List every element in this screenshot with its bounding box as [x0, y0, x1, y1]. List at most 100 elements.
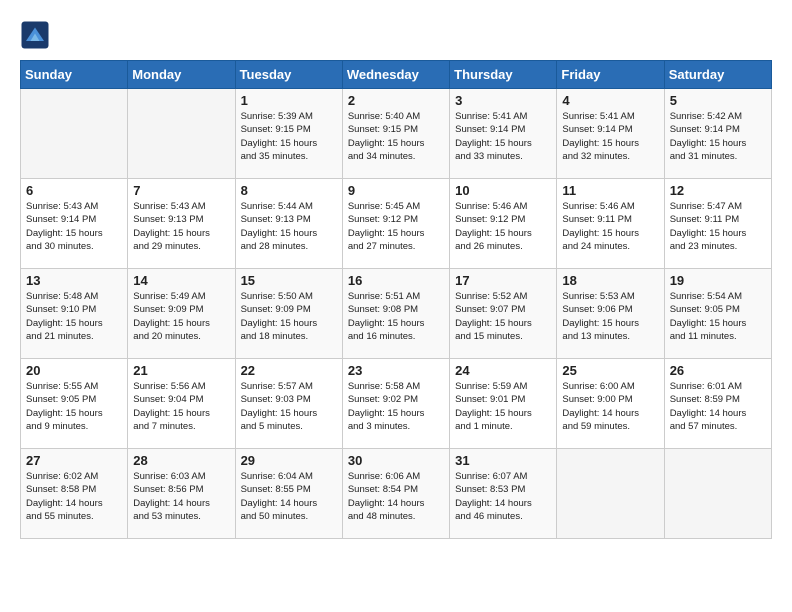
- calendar-cell: [21, 89, 128, 179]
- day-number: 16: [348, 273, 444, 288]
- calendar-cell: 25Sunrise: 6:00 AM Sunset: 9:00 PM Dayli…: [557, 359, 664, 449]
- calendar-cell: 26 Sunrise: 6:01 AM Sunset: 8:59 PM Dayli…: [664, 359, 771, 449]
- day-number: 24: [455, 363, 551, 378]
- logo-icon: [20, 20, 50, 50]
- day-info: Sunrise: 5:43 AM Sunset: 9:13 PM Dayligh…: [133, 200, 229, 253]
- day-number: 21: [133, 363, 229, 378]
- day-number: 2: [348, 93, 444, 108]
- day-number: 26: [670, 363, 766, 378]
- calendar-cell: 1 Sunrise: 5:39 AM Sunset: 9:15 PM Daylig…: [235, 89, 342, 179]
- day-number: 28: [133, 453, 229, 468]
- day-info: Sunrise: 5:41 AM Sunset: 9:14 PM Dayligh…: [455, 110, 551, 163]
- weekday-header-saturday: Saturday: [664, 61, 771, 89]
- calendar-cell: 10 Sunrise: 5:46 AM Sunset: 9:12 PM Dayli…: [450, 179, 557, 269]
- day-number: 15: [241, 273, 337, 288]
- calendar-cell: 19Sunrise: 5:54 AM Sunset: 9:05 PM Dayli…: [664, 269, 771, 359]
- calendar-cell: 13 Sunrise: 5:48 AM Sunset: 9:10 PM Dayli…: [21, 269, 128, 359]
- day-number: 13: [26, 273, 122, 288]
- calendar-week-3: 13 Sunrise: 5:48 AM Sunset: 9:10 PM Dayli…: [21, 269, 772, 359]
- weekday-header-tuesday: Tuesday: [235, 61, 342, 89]
- day-info: Sunrise: 5:58 AM Sunset: 9:02 PM Dayligh…: [348, 380, 444, 433]
- day-info: Sunrise: 6:06 AM Sunset: 8:54 PM Dayligh…: [348, 470, 444, 523]
- day-number: 12: [670, 183, 766, 198]
- calendar-cell: 16 Sunrise: 5:51 AM Sunset: 9:08 PM Dayli…: [342, 269, 449, 359]
- day-number: 29: [241, 453, 337, 468]
- day-info: Sunrise: 6:01 AM Sunset: 8:59 PM Dayligh…: [670, 380, 766, 433]
- calendar-cell: [557, 449, 664, 539]
- calendar-cell: 12 Sunrise: 5:47 AM Sunset: 9:11 PM Dayli…: [664, 179, 771, 269]
- day-number: 17: [455, 273, 551, 288]
- calendar-header: SundayMondayTuesdayWednesdayThursdayFrid…: [21, 61, 772, 89]
- day-number: 25: [562, 363, 658, 378]
- day-number: 27: [26, 453, 122, 468]
- day-number: 1: [241, 93, 337, 108]
- calendar-week-4: 20 Sunrise: 5:55 AM Sunset: 9:05 PM Dayli…: [21, 359, 772, 449]
- day-info: Sunrise: 6:07 AM Sunset: 8:53 PM Dayligh…: [455, 470, 551, 523]
- day-info: Sunrise: 5:48 AM Sunset: 9:10 PM Dayligh…: [26, 290, 122, 343]
- page-header: [20, 20, 772, 50]
- calendar-cell: 8 Sunrise: 5:44 AM Sunset: 9:13 PM Daylig…: [235, 179, 342, 269]
- calendar-cell: 29 Sunrise: 6:04 AM Sunset: 8:55 PM Dayli…: [235, 449, 342, 539]
- day-number: 6: [26, 183, 122, 198]
- day-info: Sunrise: 5:55 AM Sunset: 9:05 PM Dayligh…: [26, 380, 122, 433]
- calendar-cell: 30 Sunrise: 6:06 AM Sunset: 8:54 PM Dayli…: [342, 449, 449, 539]
- calendar-cell: 21 Sunrise: 5:56 AM Sunset: 9:04 PM Dayli…: [128, 359, 235, 449]
- calendar-cell: 5 Sunrise: 5:42 AM Sunset: 9:14 PM Daylig…: [664, 89, 771, 179]
- calendar-cell: 23Sunrise: 5:58 AM Sunset: 9:02 PM Dayli…: [342, 359, 449, 449]
- calendar-cell: 31 Sunrise: 6:07 AM Sunset: 8:53 PM Dayli…: [450, 449, 557, 539]
- calendar-cell: [128, 89, 235, 179]
- day-info: Sunrise: 5:43 AM Sunset: 9:14 PM Dayligh…: [26, 200, 122, 253]
- day-info: Sunrise: 5:42 AM Sunset: 9:14 PM Dayligh…: [670, 110, 766, 163]
- day-number: 8: [241, 183, 337, 198]
- calendar-cell: 9Sunrise: 5:45 AM Sunset: 9:12 PM Daylig…: [342, 179, 449, 269]
- day-number: 5: [670, 93, 766, 108]
- day-info: Sunrise: 5:40 AM Sunset: 9:15 PM Dayligh…: [348, 110, 444, 163]
- day-info: Sunrise: 5:47 AM Sunset: 9:11 PM Dayligh…: [670, 200, 766, 253]
- calendar-cell: 28 Sunrise: 6:03 AM Sunset: 8:56 PM Dayli…: [128, 449, 235, 539]
- calendar-body: 1 Sunrise: 5:39 AM Sunset: 9:15 PM Daylig…: [21, 89, 772, 539]
- weekday-header-thursday: Thursday: [450, 61, 557, 89]
- calendar-week-2: 6 Sunrise: 5:43 AM Sunset: 9:14 PM Daylig…: [21, 179, 772, 269]
- day-info: Sunrise: 5:51 AM Sunset: 9:08 PM Dayligh…: [348, 290, 444, 343]
- calendar-cell: 4 Sunrise: 5:41 AM Sunset: 9:14 PM Daylig…: [557, 89, 664, 179]
- day-number: 10: [455, 183, 551, 198]
- day-number: 20: [26, 363, 122, 378]
- day-number: 22: [241, 363, 337, 378]
- weekday-header-monday: Monday: [128, 61, 235, 89]
- day-number: 4: [562, 93, 658, 108]
- calendar-cell: 17Sunrise: 5:52 AM Sunset: 9:07 PM Dayli…: [450, 269, 557, 359]
- calendar-cell: 18Sunrise: 5:53 AM Sunset: 9:06 PM Dayli…: [557, 269, 664, 359]
- calendar-table: SundayMondayTuesdayWednesdayThursdayFrid…: [20, 60, 772, 539]
- calendar-week-5: 27Sunrise: 6:02 AM Sunset: 8:58 PM Dayli…: [21, 449, 772, 539]
- calendar-cell: 7 Sunrise: 5:43 AM Sunset: 9:13 PM Daylig…: [128, 179, 235, 269]
- calendar-cell: 27Sunrise: 6:02 AM Sunset: 8:58 PM Dayli…: [21, 449, 128, 539]
- calendar-cell: 14Sunrise: 5:49 AM Sunset: 9:09 PM Dayli…: [128, 269, 235, 359]
- day-info: Sunrise: 5:46 AM Sunset: 9:12 PM Dayligh…: [455, 200, 551, 253]
- calendar-cell: [664, 449, 771, 539]
- day-number: 30: [348, 453, 444, 468]
- calendar-cell: 22 Sunrise: 5:57 AM Sunset: 9:03 PM Dayli…: [235, 359, 342, 449]
- logo: [20, 20, 54, 50]
- day-info: Sunrise: 5:50 AM Sunset: 9:09 PM Dayligh…: [241, 290, 337, 343]
- weekday-header-sunday: Sunday: [21, 61, 128, 89]
- day-info: Sunrise: 5:57 AM Sunset: 9:03 PM Dayligh…: [241, 380, 337, 433]
- day-number: 14: [133, 273, 229, 288]
- day-info: Sunrise: 6:04 AM Sunset: 8:55 PM Dayligh…: [241, 470, 337, 523]
- day-info: Sunrise: 5:44 AM Sunset: 9:13 PM Dayligh…: [241, 200, 337, 253]
- day-info: Sunrise: 5:46 AM Sunset: 9:11 PM Dayligh…: [562, 200, 658, 253]
- day-info: Sunrise: 5:56 AM Sunset: 9:04 PM Dayligh…: [133, 380, 229, 433]
- day-info: Sunrise: 5:53 AM Sunset: 9:06 PM Dayligh…: [562, 290, 658, 343]
- day-info: Sunrise: 5:39 AM Sunset: 9:15 PM Dayligh…: [241, 110, 337, 163]
- day-info: Sunrise: 5:54 AM Sunset: 9:05 PM Dayligh…: [670, 290, 766, 343]
- calendar-cell: 15 Sunrise: 5:50 AM Sunset: 9:09 PM Dayli…: [235, 269, 342, 359]
- calendar-cell: 6 Sunrise: 5:43 AM Sunset: 9:14 PM Daylig…: [21, 179, 128, 269]
- day-info: Sunrise: 6:03 AM Sunset: 8:56 PM Dayligh…: [133, 470, 229, 523]
- calendar-cell: 11Sunrise: 5:46 AM Sunset: 9:11 PM Dayli…: [557, 179, 664, 269]
- day-info: Sunrise: 5:59 AM Sunset: 9:01 PM Dayligh…: [455, 380, 551, 433]
- calendar-cell: 3Sunrise: 5:41 AM Sunset: 9:14 PM Daylig…: [450, 89, 557, 179]
- day-number: 31: [455, 453, 551, 468]
- day-info: Sunrise: 5:41 AM Sunset: 9:14 PM Dayligh…: [562, 110, 658, 163]
- weekday-header-wednesday: Wednesday: [342, 61, 449, 89]
- calendar-cell: 20 Sunrise: 5:55 AM Sunset: 9:05 PM Dayli…: [21, 359, 128, 449]
- day-number: 7: [133, 183, 229, 198]
